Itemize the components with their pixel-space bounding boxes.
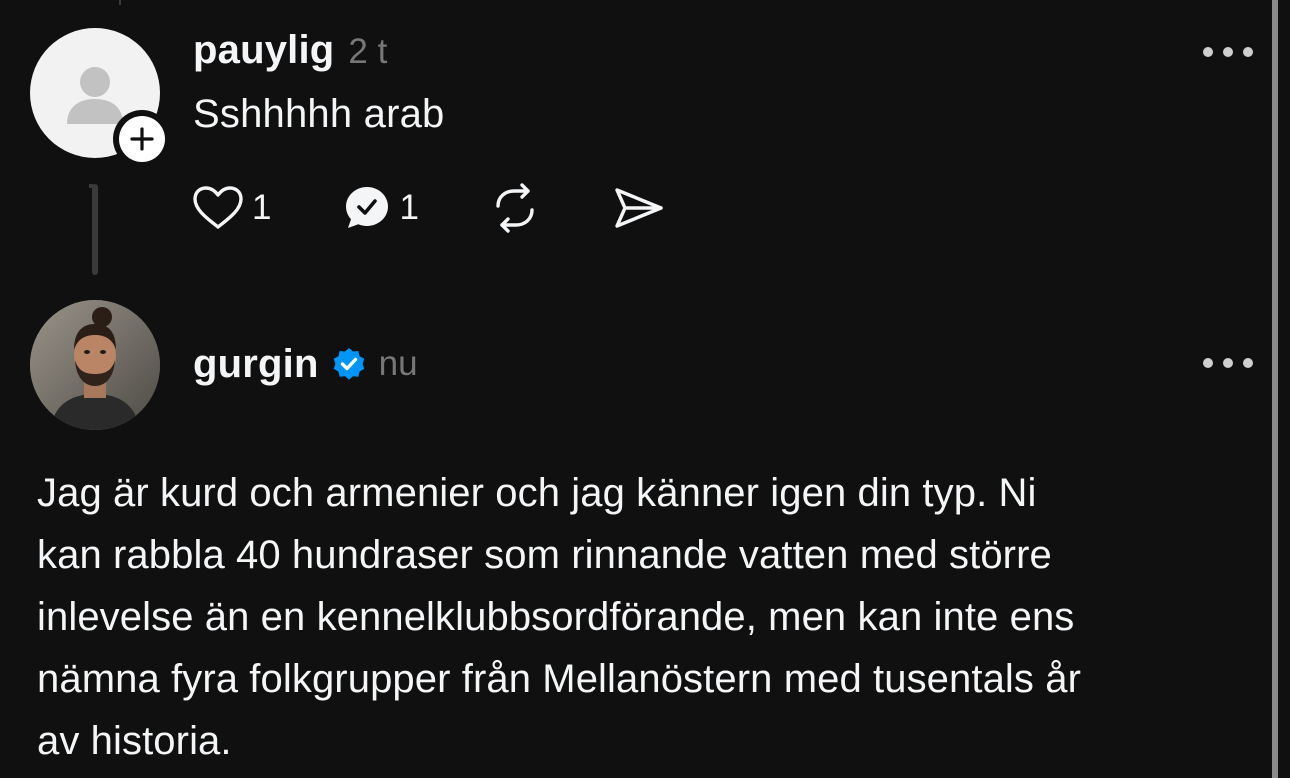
more-options-button[interactable]: [1203, 353, 1253, 373]
post-text-line: inlevelse än en kennelklubbsordförande, …: [37, 595, 1075, 639]
username[interactable]: gurgin: [193, 342, 319, 387]
reply-button[interactable]: 1: [341, 178, 419, 238]
like-count: 1: [252, 188, 272, 227]
profile-photo: [30, 300, 160, 430]
plus-icon: [130, 127, 154, 151]
like-button[interactable]: 1: [190, 178, 271, 238]
dot: [1203, 358, 1213, 368]
verified-badge-icon: [333, 348, 364, 380]
post-header: pauylig 2 t: [193, 28, 387, 76]
dot: [1203, 47, 1213, 57]
post-text-line: av historia.: [37, 719, 232, 763]
timestamp: 2 t: [348, 32, 388, 71]
post-actions: 1 1: [190, 178, 667, 238]
heart-icon: [193, 186, 243, 229]
more-options-button[interactable]: [1203, 42, 1253, 62]
thread-line: [92, 184, 98, 275]
send-icon: [615, 188, 663, 228]
reply-checked-icon: [346, 187, 389, 228]
repost-icon: [496, 183, 534, 233]
dot: [1223, 47, 1233, 57]
username[interactable]: pauylig: [193, 28, 334, 73]
follow-button[interactable]: [113, 110, 171, 168]
dot: [1243, 47, 1253, 57]
repost-button[interactable]: [489, 178, 541, 238]
post-text-line: nämna fyra folkgrupper från Mellanöstern…: [37, 657, 1082, 701]
share-button[interactable]: [611, 178, 667, 238]
post-header: gurgin nu: [193, 338, 418, 390]
post-text-line: Jag är kurd och armenier och jag känner …: [37, 471, 1037, 515]
timestamp: nu: [378, 344, 418, 383]
thread-connector-top: [119, 0, 121, 5]
post-text-line: kan rabbla 40 hundraser som rinnande vat…: [37, 533, 1052, 577]
scrollbar[interactable]: [1272, 0, 1278, 778]
reply-count: 1: [399, 188, 419, 227]
dot: [1223, 358, 1233, 368]
post-text: Sshhhhh arab: [193, 92, 445, 136]
dot: [1243, 358, 1253, 368]
avatar[interactable]: [30, 300, 160, 430]
post-text: Jag är kurd och armenier och jag känner …: [37, 462, 1267, 772]
